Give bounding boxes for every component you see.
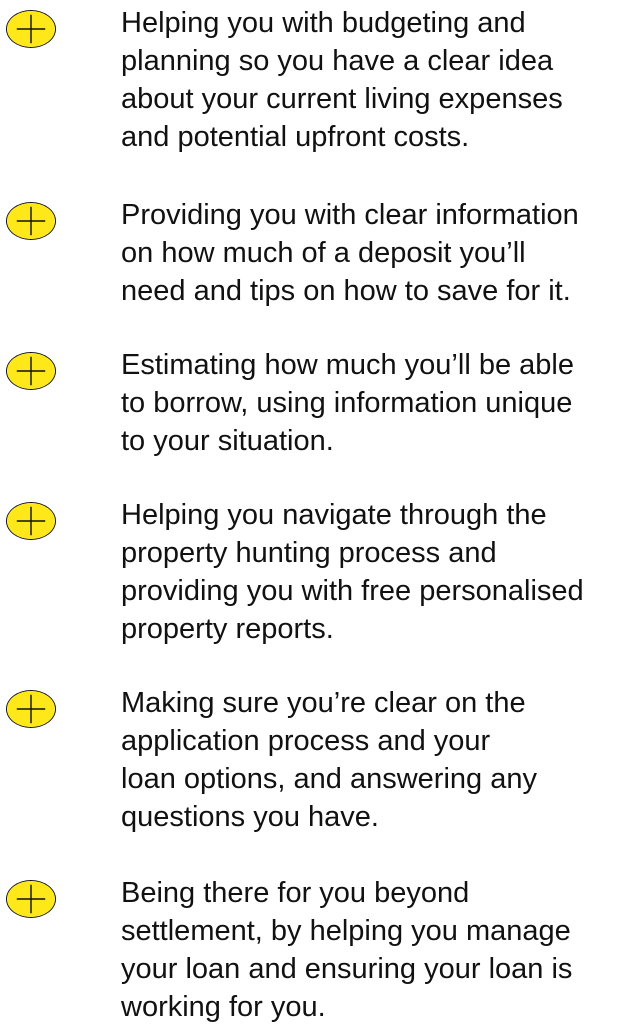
feature-list: Helping you with budgeting and planning … [0,0,627,1034]
list-item-text: Helping you navigate through the propert… [121,499,584,645]
plus-circle-icon [6,352,56,390]
list-item-text: Providing you with clear information on … [121,199,579,307]
list-item-text: Helping you with budgeting and planning … [121,7,563,153]
plus-circle-icon [6,880,56,918]
list-item-text: Making sure you’re clear on the applicat… [121,687,537,833]
list-item-text: Estimating how much you’ll be able to bo… [121,349,574,457]
list-item-text: Being there for you beyond settlement, b… [121,877,573,1023]
plus-circle-icon [6,502,56,540]
plus-circle-icon [6,202,56,240]
plus-circle-icon [6,690,56,728]
plus-circle-icon [6,10,56,48]
